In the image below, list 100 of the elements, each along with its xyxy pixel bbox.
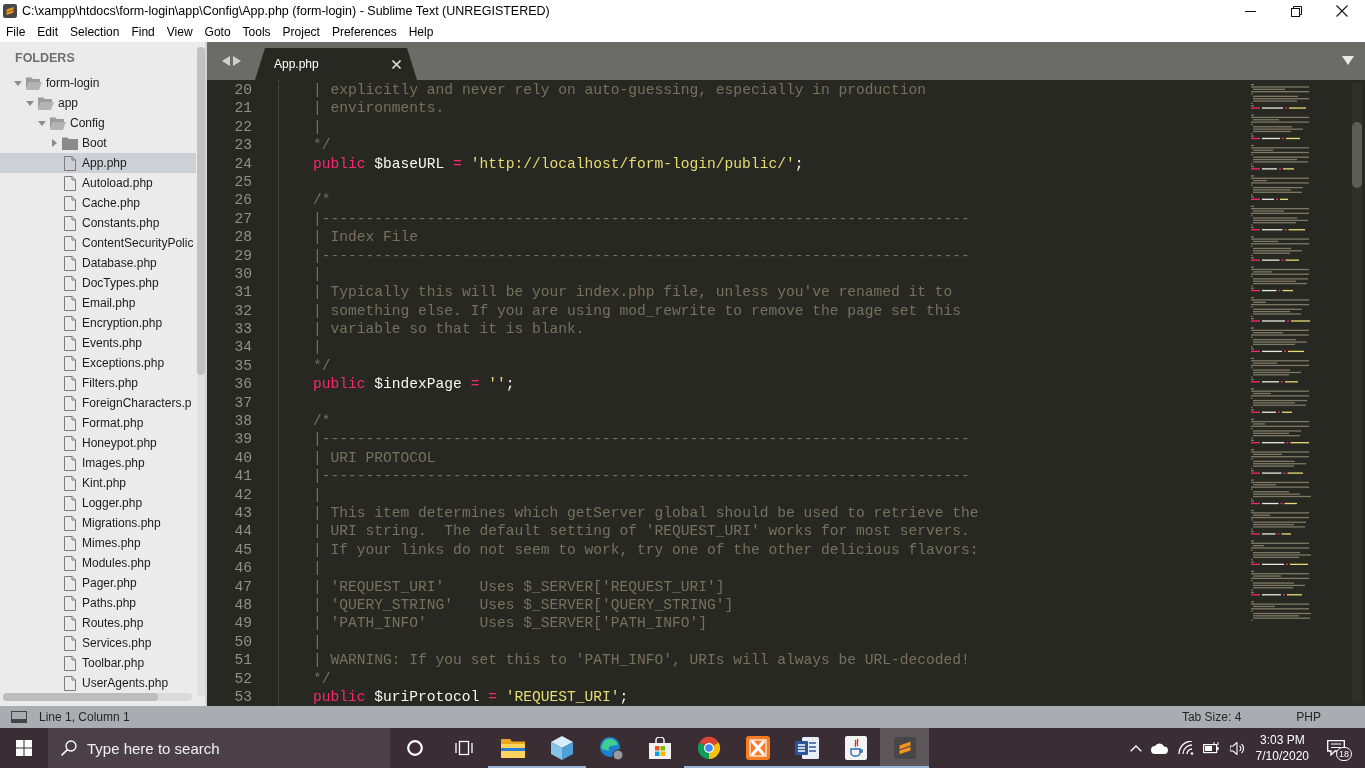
tab-size[interactable]: Tab Size: 4 (1181, 710, 1242, 724)
sidebar-header: FOLDERS (15, 50, 75, 65)
close-icon[interactable] (392, 59, 401, 69)
document-icon (794, 737, 819, 759)
line-number: 26 (234, 192, 252, 209)
sidebar-item[interactable]: Migrations.php (0, 513, 196, 533)
sidebar-item[interactable]: Honeypot.php (0, 433, 196, 453)
file-icon (64, 555, 76, 571)
disclosure-triangle-icon[interactable] (14, 80, 22, 86)
sidebar-item[interactable]: Email.php (0, 293, 196, 313)
menu-item[interactable]: Project (276, 22, 326, 42)
line-number: 30 (234, 265, 252, 282)
sidebar-item[interactable]: Constants.php (0, 213, 196, 233)
sidebar-item[interactable]: Boot (0, 133, 196, 153)
scrollbar-thumb[interactable] (1352, 122, 1362, 188)
code-line: |-------------------------------------------------------------------------- (313, 210, 970, 227)
line-number: 47 (234, 578, 252, 595)
menu-item[interactable]: View (160, 22, 199, 42)
editor-tab[interactable]: App.php (255, 48, 417, 80)
sidebar-item[interactable]: Services.php (0, 633, 196, 653)
sidebar-item[interactable]: Mimes.php (0, 533, 196, 553)
cloud-icon[interactable] (1150, 742, 1169, 754)
sidebar-item[interactable]: Modules.php (0, 553, 196, 573)
line-number: 27 (234, 210, 252, 227)
battery-icon[interactable] (1202, 742, 1221, 754)
triangle-down-icon[interactable] (1342, 56, 1354, 65)
menu-item[interactable]: Find (125, 22, 161, 42)
sidebar-item[interactable]: Filters.php (0, 373, 196, 393)
scrollbar-thumb[interactable] (3, 693, 158, 701)
sidebar-item[interactable]: Logger.php (0, 493, 196, 513)
sidebar-item[interactable]: Routes.php (0, 613, 196, 633)
menu-item[interactable]: Help (402, 22, 440, 42)
sidebar-item[interactable]: ForeignCharacters.p (0, 393, 196, 413)
sidebar-item[interactable]: Cache.php (0, 193, 196, 213)
restore-icon (1290, 5, 1302, 17)
file-icon (64, 415, 76, 431)
code-line: public $indexPage = ''; (313, 376, 515, 393)
code-line: */ (313, 137, 331, 154)
clock-date: 7/10/2020 (1255, 748, 1309, 764)
wifi-icon[interactable] (1177, 741, 1194, 755)
line-number: 46 (234, 560, 252, 577)
disclosure-triangle-icon[interactable] (51, 139, 57, 147)
sidebar-item[interactable]: App.php (0, 153, 196, 173)
sidebar-item[interactable]: Kint.php (0, 473, 196, 493)
search-field[interactable]: Type here to search (48, 728, 390, 768)
minimize-icon (1244, 10, 1256, 12)
app-logo-icon (3, 4, 17, 18)
sidebar-item[interactable]: ContentSecurityPolic (0, 233, 196, 253)
line-number: 49 (234, 615, 252, 632)
sidebar-item[interactable]: Exceptions.php (0, 353, 196, 373)
code-line: | WARNING: If you set this to 'PATH_INFO', URIs will always be URL-decoded! (313, 652, 970, 669)
sidebar-item[interactable]: form-login (0, 73, 196, 93)
panel-toggle-icon[interactable] (11, 711, 27, 723)
sidebar-item[interactable]: Autoload.php (0, 173, 196, 193)
ring-icon (406, 740, 423, 756)
menu-item[interactable]: Goto (198, 22, 237, 42)
notification-button[interactable]: 18 (1319, 728, 1353, 768)
line-number: 36 (234, 376, 252, 393)
sidebar-item[interactable]: Toolbar.php (0, 653, 196, 673)
code-line: */ (313, 670, 331, 687)
sidebar-item[interactable]: Events.php (0, 333, 196, 353)
sidebar-item[interactable]: app (0, 93, 196, 113)
disclosure-triangle-icon[interactable] (38, 120, 46, 126)
sidebar-item[interactable]: Database.php (0, 253, 196, 273)
file-icon (64, 435, 76, 451)
line-number: 22 (234, 118, 252, 135)
menu-item[interactable]: Tools (236, 22, 277, 42)
chevron-up-icon[interactable] (1129, 744, 1142, 752)
file-icon (64, 235, 76, 251)
menu-item[interactable]: Edit (31, 22, 65, 42)
sidebar-item[interactable]: Format.php (0, 413, 196, 433)
file-icon (64, 675, 76, 691)
line-number: 34 (234, 339, 252, 356)
menu-item[interactable]: File (0, 22, 32, 42)
scrollbar-thumb[interactable] (197, 47, 205, 375)
sidebar-item[interactable]: Pager.php (0, 573, 196, 593)
menu-item[interactable]: Selection (64, 22, 126, 42)
sidebar-item[interactable]: Images.php (0, 453, 196, 473)
menu-item[interactable]: Preferences (325, 22, 403, 42)
sidebar-item[interactable]: UserAgents.php (0, 673, 196, 693)
line-number: 39 (234, 431, 252, 448)
syntax-label[interactable]: PHP (1296, 710, 1321, 724)
sidebar-item[interactable]: Paths.php (0, 593, 196, 613)
disclosure-triangle-icon[interactable] (26, 100, 34, 106)
speaker-icon[interactable] (1229, 741, 1245, 755)
line-number: 25 (234, 173, 252, 190)
file-icon (64, 215, 76, 231)
file-icon (64, 455, 76, 471)
right-triangle-icon[interactable] (233, 56, 241, 66)
file-icon (64, 395, 76, 411)
sidebar-item[interactable]: DocTypes.php (0, 273, 196, 293)
file-icon (64, 495, 76, 511)
line-number: 44 (234, 523, 252, 540)
sidebar-item[interactable]: Config (0, 113, 196, 133)
code-line: | This item determines which getServer global should be used to retrieve the (313, 505, 979, 521)
task-view-icon (454, 740, 473, 756)
left-triangle-icon[interactable] (222, 56, 230, 66)
sidebar-item[interactable]: Encryption.php (0, 313, 196, 333)
code-line: public $uriProtocol = 'REQUEST_URI'; (313, 688, 629, 705)
line-number: 24 (234, 155, 252, 172)
